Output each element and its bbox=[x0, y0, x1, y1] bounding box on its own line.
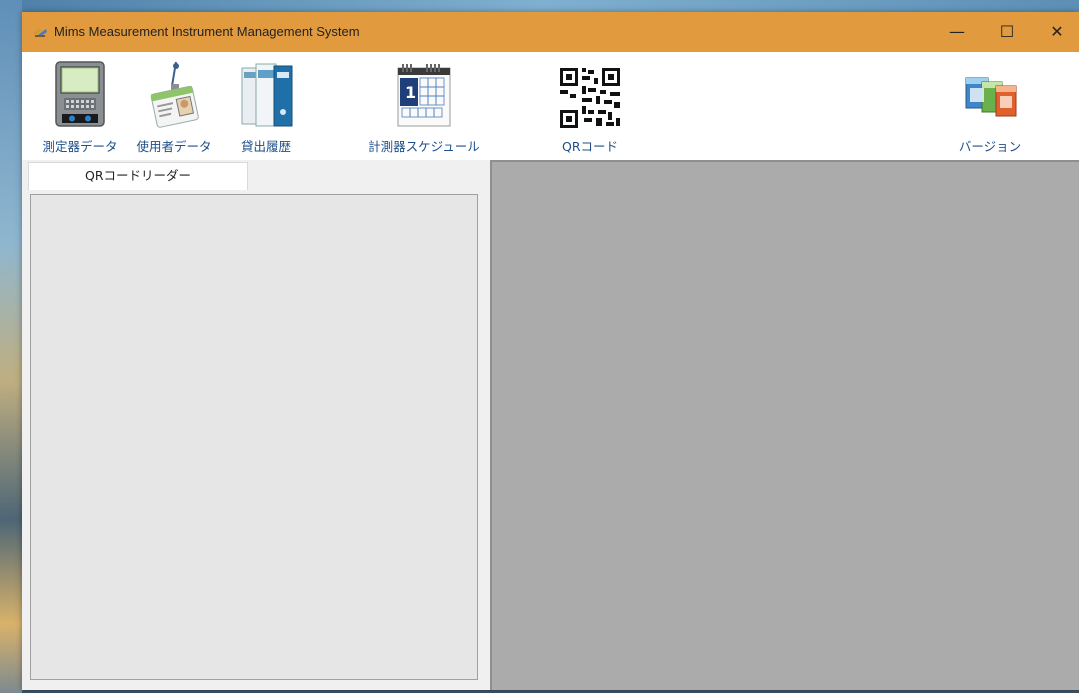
close-button[interactable]: ✕ bbox=[1032, 12, 1079, 52]
toolbar-label: バージョン bbox=[958, 139, 1022, 154]
tab-qr-code-reader[interactable]: QRコードリーダー bbox=[28, 162, 248, 191]
qr-reader-area bbox=[30, 194, 478, 680]
title-bar[interactable]: Mims Measurement Instrument Management S… bbox=[22, 12, 1079, 52]
toolbar-label: QRコード bbox=[561, 139, 619, 154]
tab-strip: QRコードリーダー bbox=[22, 160, 490, 191]
toolbar-label: 測定器データ bbox=[42, 139, 118, 154]
toolbar-button-version[interactable]: バージョン bbox=[950, 52, 1030, 160]
app-logo-icon bbox=[33, 28, 47, 37]
toolbar-label: 使用者データ bbox=[136, 139, 212, 154]
app-window: Mims Measurement Instrument Management S… bbox=[22, 12, 1079, 690]
software-boxes-icon bbox=[965, 77, 1017, 117]
toolbar-button-loan-history[interactable]: 貸出履歴 bbox=[228, 52, 304, 160]
desktop-background bbox=[0, 0, 1079, 12]
left-panel bbox=[22, 190, 490, 690]
toolbar-label: 計測器スケジュール bbox=[368, 139, 480, 154]
id-badge-icon bbox=[150, 61, 199, 128]
toolbar: 測定器データ 使用者データ 貸出履歴 1 計測器スケジュール QRコード バージ… bbox=[22, 52, 1079, 160]
desktop-background-left bbox=[0, 0, 22, 693]
binders-icon bbox=[241, 63, 293, 127]
toolbar-label: 貸出履歴 bbox=[240, 139, 291, 154]
calendar-icon: 1 bbox=[397, 64, 451, 127]
minimize-button[interactable]: — bbox=[932, 12, 982, 52]
toolbar-button-instrument-schedule[interactable]: 1 計測器スケジュール bbox=[362, 52, 486, 160]
toolbar-button-qr-code[interactable]: QRコード bbox=[552, 52, 628, 160]
window-title: Mims Measurement Instrument Management S… bbox=[54, 24, 360, 39]
measuring-instrument-icon bbox=[55, 61, 105, 127]
toolbar-button-instrument-data[interactable]: 測定器データ bbox=[40, 52, 120, 160]
toolbar-button-user-data[interactable]: 使用者データ bbox=[134, 52, 214, 160]
qr-code-icon bbox=[558, 66, 622, 130]
right-panel-viewer bbox=[490, 160, 1079, 690]
maximize-button[interactable]: ☐ bbox=[982, 12, 1032, 52]
svg-text:1: 1 bbox=[405, 83, 416, 102]
